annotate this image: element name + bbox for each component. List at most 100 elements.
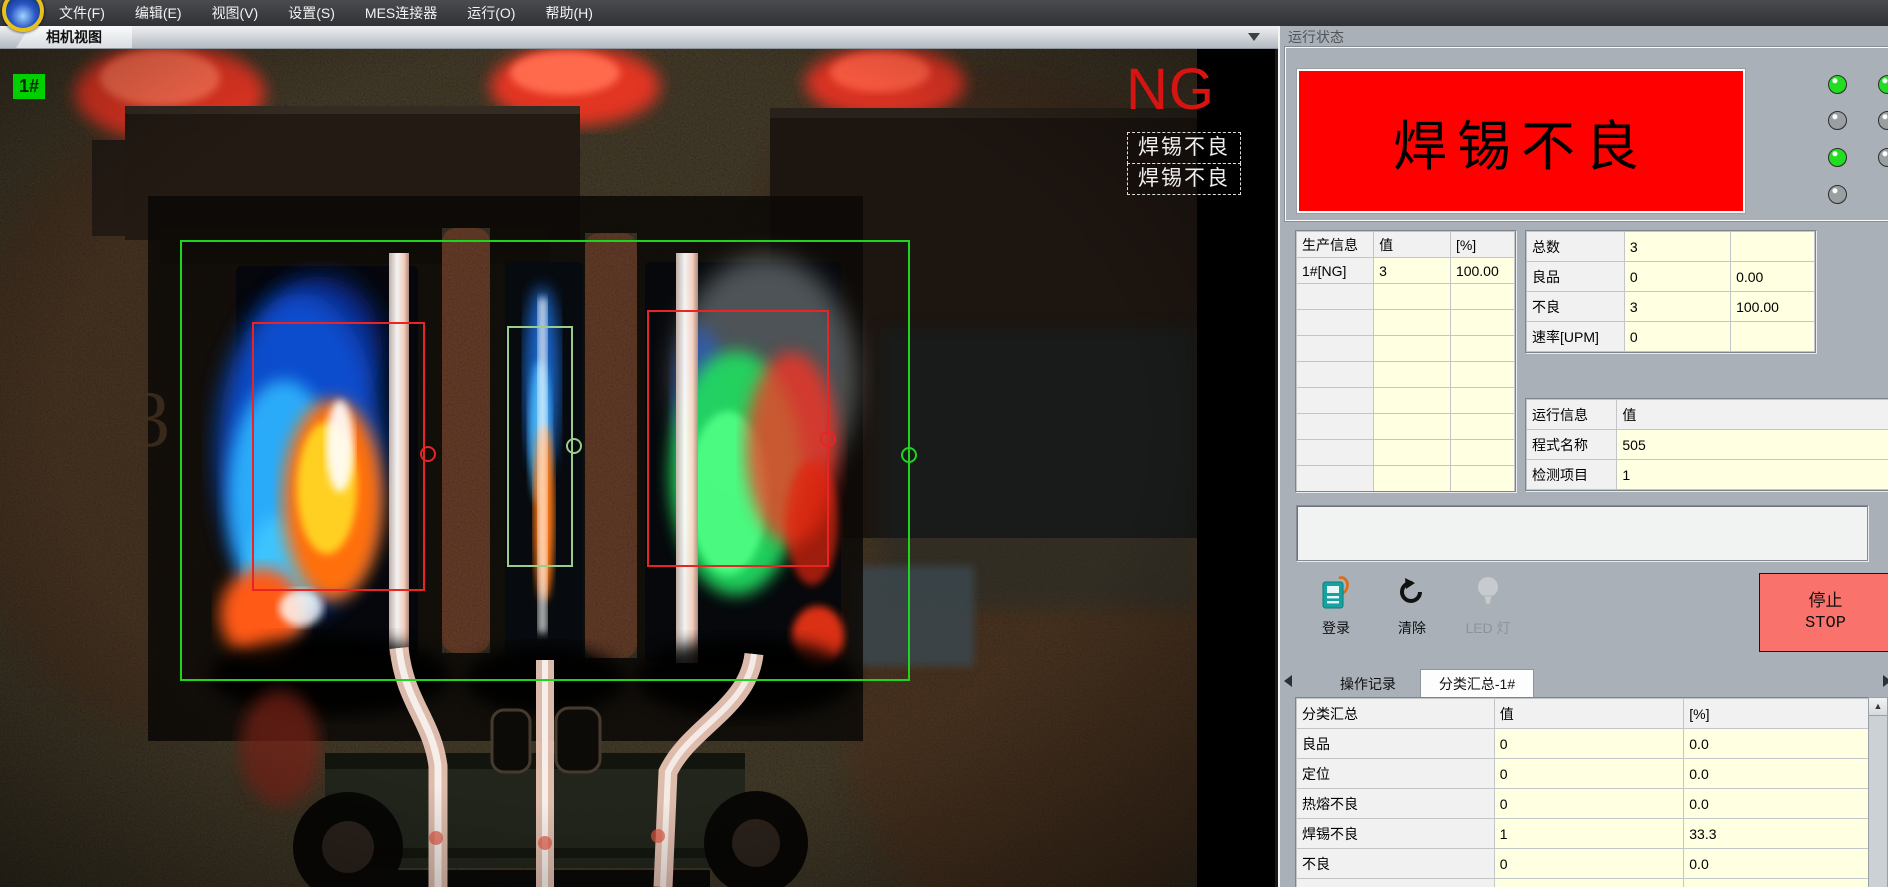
table-cell (1297, 440, 1374, 466)
inspection-result-text: NG (1126, 56, 1215, 123)
led-indicator-gray (1828, 111, 1847, 130)
defect-label: 焊锡不良 (1127, 132, 1241, 164)
panel-title: 运行状态 (1288, 27, 1344, 47)
table-cell: 焊锡不良 (1297, 819, 1495, 849)
table-row (1297, 362, 1515, 388)
table-cell (1450, 362, 1514, 388)
message-box (1296, 505, 1868, 561)
menu-item-4[interactable]: MES连接器 (350, 0, 452, 26)
table-cell: 程式名称 (1527, 430, 1617, 460)
table-header-cell: [%] (1450, 232, 1514, 258)
table-cell: 定位 (1297, 759, 1495, 789)
table-cell (1297, 310, 1374, 336)
bottom-tab-0[interactable]: 操作记录 (1318, 672, 1418, 698)
led-indicator-green (1828, 148, 1847, 167)
table-row: 不良3100.00 (1527, 292, 1815, 322)
tab-camera-view[interactable]: 相机视图 (16, 26, 132, 48)
chevron-down-icon[interactable] (1248, 33, 1260, 41)
table-row: 焊锡不良133.3 (1297, 819, 1869, 849)
table-row (1297, 310, 1515, 336)
table-cell: 检测项目 (1527, 460, 1617, 490)
table-row: 定位00.0 (1297, 759, 1869, 789)
table-cell: 0 (1624, 322, 1730, 352)
status-group: 焊锡不良 (1284, 46, 1888, 222)
table-cell: 1 (1494, 819, 1684, 849)
scroll-up-icon[interactable]: ▲ (1869, 698, 1887, 716)
table-cell: 0.0 (1684, 759, 1869, 789)
table-cell: 3 (1624, 232, 1730, 262)
led-light-button[interactable]: LED 灯 (1456, 574, 1520, 644)
stop-label-cn: 停止 (1809, 592, 1843, 613)
table-cell: 0.0 (1684, 729, 1869, 759)
table-cell (1731, 322, 1815, 352)
camera-tab-bar: 相机视图 (0, 26, 1278, 49)
table-cell (1297, 414, 1374, 440)
tab-scroll-right-icon[interactable] (1883, 675, 1888, 687)
table-row (1297, 284, 1515, 310)
camera-image: 3 (0, 48, 1197, 887)
menu-items: 文件(F)编辑(E)视图(V)设置(S)MES连接器运行(O)帮助(H) (44, 0, 608, 26)
table-row: 检测项目1 (1527, 460, 1888, 490)
bottom-tab-1[interactable]: 分类汇总-1# (1420, 669, 1534, 698)
clear-button[interactable]: 清除 (1380, 574, 1444, 644)
table-cell: 0.0 (1684, 849, 1869, 879)
table-cell: 100.00 (1731, 292, 1815, 322)
table-row (1297, 440, 1515, 466)
bulb-icon (1471, 574, 1505, 610)
led-indicator-gray (1878, 148, 1888, 167)
run-info-table: 运行信息值程式名称505检测项目1 (1525, 398, 1888, 491)
table-row: 总数3 (1527, 232, 1815, 262)
table-cell (1450, 310, 1514, 336)
table-cell (1297, 284, 1374, 310)
summary-table-scrollbar[interactable]: ▲ (1868, 697, 1888, 887)
run-status-panel: 运行状态 焊锡不良 生产信息值[%]1#[NG]3100.00 总数3良品00.… (1278, 26, 1888, 887)
table-header-cell: 生产信息 (1297, 232, 1374, 258)
tab-scroll-left-icon[interactable] (1284, 675, 1292, 687)
bottom-tab-strip: 操作记录分类汇总-1# (1280, 667, 1888, 697)
table-header-cell: 值 (1494, 699, 1684, 729)
table-cell (1374, 336, 1451, 362)
defect-banner-text: 焊锡不良 (1393, 102, 1649, 181)
table-cell (1374, 362, 1451, 388)
table-cell: 良品 (1297, 729, 1495, 759)
menu-item-1[interactable]: 编辑(E) (120, 0, 197, 26)
table-cell (1450, 284, 1514, 310)
station-badge: 1# (13, 74, 45, 99)
led-indicator-green (1828, 75, 1847, 94)
table-header-cell: 运行信息 (1527, 400, 1617, 430)
led-indicator-gray (1828, 185, 1847, 204)
login-button[interactable]: 登录 (1304, 574, 1368, 644)
table-cell: 100.00 (1450, 258, 1514, 284)
table-cell (1494, 879, 1684, 887)
menu-item-3[interactable]: 设置(S) (273, 0, 350, 26)
table-header-row: 分类汇总值[%] (1297, 699, 1869, 729)
table-cell: 3 (1624, 292, 1730, 322)
stop-button[interactable]: 停止 STOP (1759, 573, 1888, 652)
table-header-row: 生产信息值[%] (1297, 232, 1515, 258)
table-cell (1450, 414, 1514, 440)
table-cell (1374, 466, 1451, 492)
menu-item-5[interactable]: 运行(O) (452, 0, 530, 26)
menu-item-6[interactable]: 帮助(H) (530, 0, 607, 26)
table-header-cell: 值 (1374, 232, 1451, 258)
table-cell (1374, 310, 1451, 336)
table-cell (1297, 879, 1495, 887)
table-cell (1374, 388, 1451, 414)
table-row: 良品00.0 (1297, 729, 1869, 759)
login-label: 登录 (1304, 618, 1368, 638)
table-cell (1297, 466, 1374, 492)
table-row: 热熔不良00.0 (1297, 789, 1869, 819)
table-cell: 0.00 (1731, 262, 1815, 292)
defect-banner: 焊锡不良 (1297, 69, 1745, 213)
table-header-cell: 值 (1617, 400, 1888, 430)
table-cell: 总数 (1527, 232, 1625, 262)
table-cell: 0.0 (1684, 789, 1869, 819)
table-row: 速率[UPM]0 (1527, 322, 1815, 352)
clear-label: 清除 (1380, 618, 1444, 638)
table-cell: 3 (1374, 258, 1451, 284)
menu-item-0[interactable]: 文件(F) (44, 0, 120, 26)
menu-item-2[interactable]: 视图(V) (197, 0, 274, 26)
table-cell: 0 (1494, 729, 1684, 759)
led-indicator-gray (1878, 111, 1888, 130)
table-row: 良品00.00 (1527, 262, 1815, 292)
